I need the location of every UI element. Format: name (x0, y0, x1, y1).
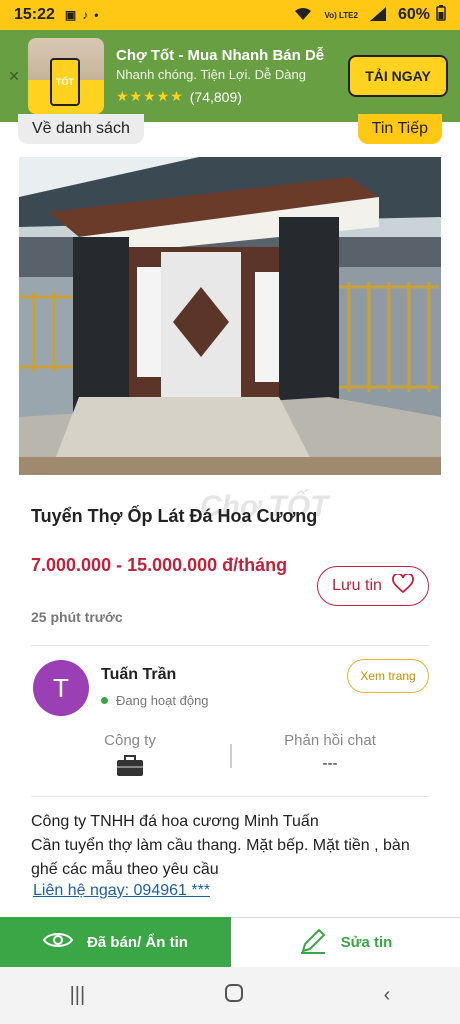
rating-count: (74,809) (189, 88, 242, 105)
save-listing-button[interactable]: Lưu tin (317, 566, 429, 606)
posted-time: 25 phút trước (31, 609, 123, 625)
description-line-1: Công ty TNHH đá hoa cương Minh Tuấn (31, 813, 319, 830)
edit-listing-button[interactable]: Sửa tin (231, 917, 460, 967)
chat-stat: Phản hồi chat --- (260, 732, 400, 772)
heart-icon (392, 572, 414, 599)
back-to-list-button[interactable]: Về danh sách (18, 114, 144, 144)
save-label: Lưu tin (332, 577, 382, 594)
mark-sold-label: Đã bán/ Ẩn tin (87, 933, 188, 951)
ad-title: Chợ Tốt - Mua Nhanh Bán Dễ (116, 47, 325, 64)
tiktok-icon: ♪ (82, 8, 89, 22)
android-nav-bar: ||| ‹ (0, 967, 460, 1024)
company-stat: Công ty (80, 732, 180, 781)
bottom-actions: Đã bán/ Ẩn tin Sửa tin (0, 917, 460, 967)
battery-icon (436, 4, 446, 26)
ad-thumbnail[interactable]: TỐT (28, 38, 104, 114)
star-rating-icon: ★★★★★ (116, 88, 184, 104)
edit-label: Sửa tin (340, 934, 393, 951)
battery-percent: 60% (397, 6, 430, 23)
status-right: Vo) LTE2 60% (294, 4, 446, 26)
listing-photo[interactable] (19, 157, 441, 475)
close-icon[interactable]: ✕ (0, 68, 28, 85)
dot-icon: • (94, 8, 99, 22)
back-icon[interactable]: ‹ (384, 984, 391, 1007)
home-icon[interactable] (224, 983, 244, 1009)
chat-response-value: --- (322, 755, 338, 772)
ad-subtitle: Nhanh chóng. Tiện Lợi. Dễ Dàng (116, 67, 306, 82)
online-dot-icon (101, 697, 108, 704)
listing-description: Công ty TNHH đá hoa cương Minh Tuấn Cần … (31, 810, 431, 882)
seller-status-label: Đang hoạt động (116, 693, 209, 708)
briefcase-icon (80, 755, 180, 781)
contact-phone-link[interactable]: Liên hệ ngay: 094961 *** (33, 882, 210, 900)
divider (31, 645, 429, 646)
next-listing-button[interactable]: Tin Tiếp (357, 114, 442, 144)
notification-icon: ▣ (64, 8, 77, 22)
seller-status: Đang hoạt động (101, 693, 209, 708)
mark-sold-button[interactable]: Đã bán/ Ẩn tin (0, 917, 231, 967)
description-line-2: Cần tuyển thợ làm cầu thang. Mặt bếp. Mặ… (31, 837, 410, 878)
status-time: 15:22 (14, 6, 55, 23)
app-logo: TỐT (50, 58, 80, 106)
eye-icon (42, 931, 74, 953)
listing-price: 7.000.000 - 15.000.000 đ/tháng (31, 555, 288, 575)
signal-icon (369, 6, 386, 24)
pencil-icon (299, 927, 327, 959)
ad-rating: ★★★★★ (74,809) (116, 88, 348, 105)
listing-title: Tuyển Thợ Ốp Lát Đá Hoa Cương (31, 506, 318, 526)
avatar[interactable]: T (33, 660, 89, 716)
view-page-button[interactable]: Xem trang (347, 659, 429, 693)
company-label: Công ty (104, 732, 156, 749)
recent-apps-icon[interactable]: ||| (70, 984, 86, 1007)
download-button[interactable]: TẢI NGAY (348, 55, 448, 97)
wifi-icon (294, 7, 312, 24)
listing-nav: Về danh sách Tin Tiếp (0, 114, 460, 148)
status-bar: 15:22 ▣ ♪ • Vo) LTE2 60% (0, 0, 460, 30)
seller-name[interactable]: Tuấn Trần (101, 666, 176, 684)
gate-photo-image (19, 157, 441, 475)
ad-text[interactable]: Chợ Tốt - Mua Nhanh Bán Dễ Nhanh chóng. … (116, 47, 348, 105)
stat-separator (230, 744, 232, 768)
app-ad-banner[interactable]: ✕ TỐT Chợ Tốt - Mua Nhanh Bán Dễ Nhanh c… (0, 30, 460, 122)
divider (31, 796, 429, 797)
network-label: Vo) LTE2 (324, 10, 358, 20)
chat-response-label: Phản hồi chat (284, 732, 376, 749)
